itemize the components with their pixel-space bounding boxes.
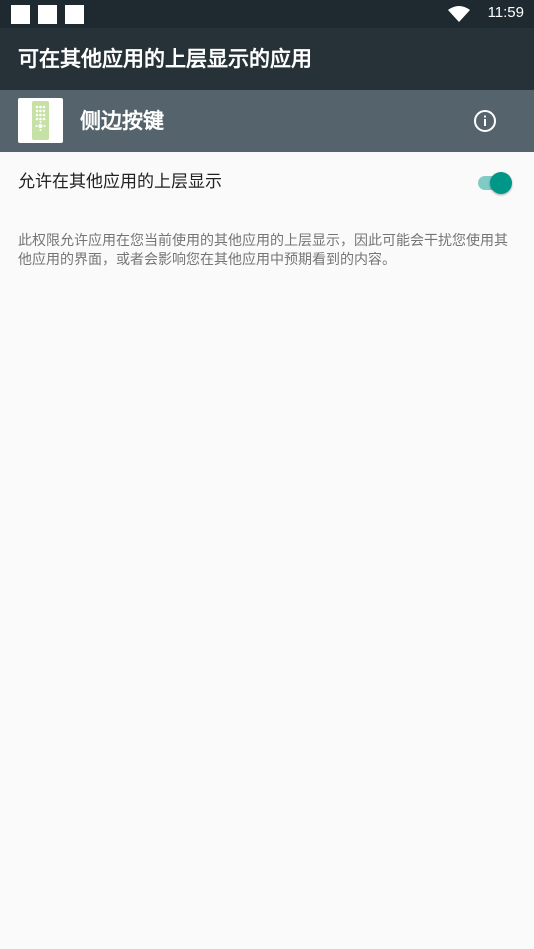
remote-control-app-icon bbox=[18, 98, 63, 143]
allow-overlay-label: 允许在其他应用的上层显示 bbox=[18, 172, 222, 192]
app-name: 侧边按键 bbox=[80, 109, 164, 133]
app-header: 侧边按键 bbox=[0, 90, 534, 152]
page-title: 可在其他应用的上层显示的应用 bbox=[18, 47, 312, 71]
notification-square-icon bbox=[38, 5, 57, 24]
switch-thumb bbox=[490, 172, 512, 194]
wifi-icon bbox=[448, 6, 470, 22]
info-icon[interactable] bbox=[470, 106, 500, 136]
notification-square-icon bbox=[65, 5, 84, 24]
permission-description: 此权限允许应用在您当前使用的其他应用的上层显示，因此可能会干扰您使用其他应用的界… bbox=[18, 233, 508, 268]
toolbar: 可在其他应用的上层显示的应用 bbox=[0, 28, 534, 90]
status-bar: 11:59 bbox=[0, 0, 534, 28]
status-time: 11:59 bbox=[487, 4, 524, 21]
allow-overlay-setting-row[interactable]: 允许在其他应用的上层显示 bbox=[0, 152, 534, 214]
allow-overlay-switch[interactable] bbox=[476, 172, 514, 194]
notification-square-icon bbox=[11, 5, 30, 24]
